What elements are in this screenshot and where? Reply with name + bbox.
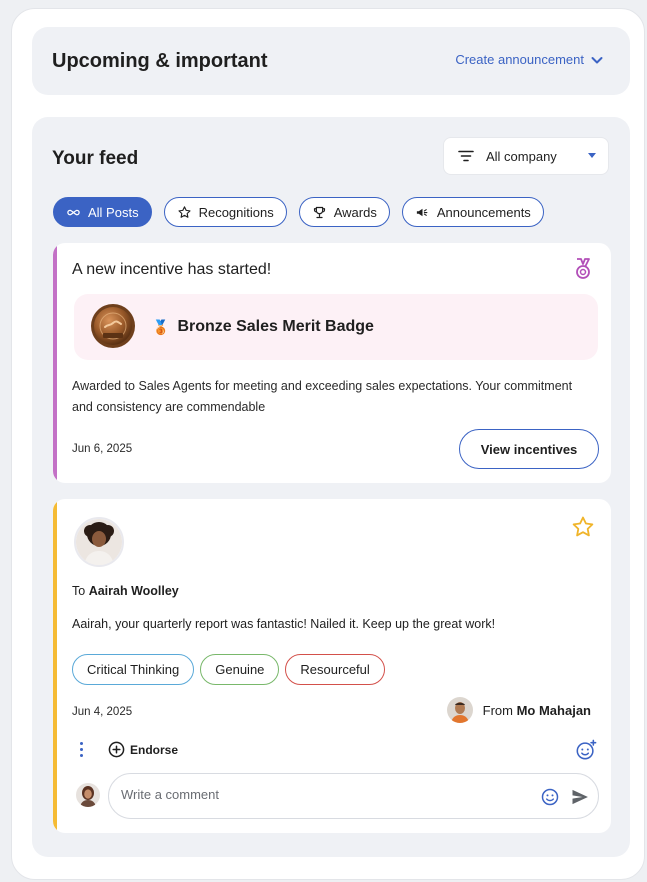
- current-user-avatar[interactable]: [76, 783, 100, 807]
- chip-label: All Posts: [88, 204, 139, 220]
- medal-icon: [576, 258, 590, 279]
- from-prefix: From: [482, 702, 513, 718]
- recipient-avatar[interactable]: [74, 517, 124, 567]
- infinity-icon: [67, 209, 80, 215]
- sender-name: Mo Mahajan: [516, 702, 591, 718]
- trophy-icon: [313, 206, 325, 218]
- value-tag: Critical Thinking: [72, 654, 195, 685]
- more-options-icon[interactable]: [80, 742, 84, 760]
- incentive-title: A new incentive has started!: [72, 261, 272, 278]
- view-incentives-button[interactable]: View incentives: [459, 429, 599, 469]
- endorse-label: Endorse: [130, 742, 179, 757]
- badge-name: 🥉 Bronze Sales Merit Badge: [152, 318, 374, 336]
- incentive-description: Awarded to Sales Agents for meeting and …: [72, 379, 573, 414]
- card-accent-bar: [53, 243, 57, 483]
- bronze-badge-image: [91, 304, 135, 348]
- comment-row: [72, 773, 599, 819]
- app-frame: Upcoming & important Create announcement…: [11, 8, 645, 880]
- megaphone-icon: [416, 208, 428, 216]
- recognition-date: Jun 4, 2025: [72, 706, 133, 718]
- company-filter-value: All company: [486, 148, 557, 164]
- create-announcement-button[interactable]: Create announcement: [455, 52, 604, 67]
- incentive-card: A new incentive has started! 🥉 Bronze Sa…: [53, 243, 611, 483]
- endorse-button[interactable]: Endorse: [108, 741, 178, 758]
- company-filter-select[interactable]: All company: [443, 137, 609, 175]
- filter-icon: [458, 150, 474, 162]
- recognition-card: To Aairah Woolley Aairah, your quarterly…: [53, 499, 611, 833]
- upcoming-title: Upcoming & important: [52, 50, 268, 72]
- feed-title: Your feed: [52, 148, 139, 169]
- card-accent-bar: [53, 499, 57, 833]
- bronze-medal-icon: 🥉: [152, 318, 170, 335]
- create-announcement-label: Create announcement: [455, 52, 584, 67]
- value-tags: Critical Thinking Genuine Resourceful: [72, 654, 385, 685]
- comment-box: [108, 773, 599, 819]
- star-outline-icon[interactable]: [571, 515, 595, 539]
- upcoming-section: Upcoming & important Create announcement: [32, 27, 630, 95]
- value-tag: Genuine: [200, 654, 280, 685]
- to-prefix: To: [72, 584, 86, 598]
- card-actions: Endorse: [72, 739, 597, 763]
- chip-label: Announcements: [436, 204, 531, 220]
- sender-avatar[interactable]: [446, 697, 473, 723]
- feed-section: Your feed All company All Posts Recognit…: [32, 117, 630, 857]
- sender-line: From Mo Mahajan: [446, 697, 591, 723]
- recipient-name: Aairah Woolley: [88, 584, 179, 598]
- chip-awards[interactable]: Awards: [298, 197, 390, 227]
- add-reaction-icon[interactable]: [575, 739, 597, 761]
- send-icon[interactable]: [570, 787, 590, 807]
- comment-input[interactable]: [121, 787, 501, 802]
- chip-recognitions[interactable]: Recognitions: [163, 197, 287, 227]
- emoji-icon[interactable]: [540, 787, 560, 807]
- chip-announcements[interactable]: Announcements: [401, 197, 544, 227]
- post-type-chips: All Posts Recognitions Awards Announceme…: [53, 197, 544, 227]
- chevron-down-icon: [591, 56, 603, 63]
- incentive-date: Jun 6, 2025: [72, 443, 133, 455]
- star-icon: [178, 205, 191, 218]
- badge-highlight: 🥉 Bronze Sales Merit Badge: [74, 294, 598, 360]
- recognition-message: Aairah, your quarterly report was fantas…: [72, 617, 496, 631]
- value-tag: Resourceful: [285, 654, 385, 685]
- chip-label: Awards: [333, 204, 377, 220]
- chip-label: Recognitions: [198, 204, 274, 220]
- badge-name-text: Bronze Sales Merit Badge: [177, 318, 374, 335]
- dropdown-caret-icon: [588, 153, 596, 158]
- plus-circle-icon: [108, 741, 125, 758]
- chip-all-posts[interactable]: All Posts: [53, 197, 152, 227]
- recipient-line: To Aairah Woolley: [72, 584, 179, 598]
